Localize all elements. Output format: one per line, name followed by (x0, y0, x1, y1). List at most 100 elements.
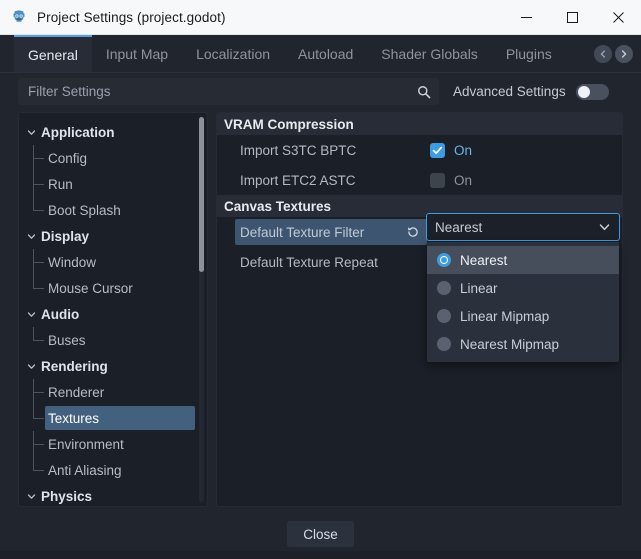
tab-autoload[interactable]: Autoload (284, 35, 367, 73)
tab-label: Autoload (298, 46, 353, 62)
checkbox-state-label: On (454, 143, 472, 158)
tab-scroll-prev-button[interactable] (594, 45, 612, 63)
tree-item-mouse-cursor[interactable]: Mouse Cursor (19, 275, 207, 301)
tab-shader-globals[interactable]: Shader Globals (367, 35, 492, 73)
tree-item-anti-aliasing[interactable]: Anti Aliasing (19, 457, 207, 483)
search-input[interactable] (18, 78, 439, 105)
tree-scrollbar-thumb[interactable] (199, 117, 204, 272)
tab-general[interactable]: General (14, 35, 92, 73)
tree-line (33, 288, 44, 289)
tree-item-window[interactable]: Window (19, 249, 207, 275)
tab-scroll-next-button[interactable] (615, 45, 633, 63)
tree-item-boot-splash[interactable]: Boot Splash (19, 197, 207, 223)
tree-line (33, 340, 44, 341)
dropdown-option-nearest-mipmap[interactable]: Nearest Mipmap (427, 330, 619, 358)
chevron-down-icon[interactable] (25, 490, 38, 503)
minimize-button[interactable] (503, 0, 549, 34)
property-value: On (430, 143, 472, 158)
tree-line (33, 158, 44, 159)
dropdown-option-nearest[interactable]: Nearest (427, 246, 619, 274)
chevron-down-icon[interactable] (25, 230, 38, 243)
godot-robot-icon (11, 9, 27, 25)
tab-label: Shader Globals (381, 46, 478, 62)
import-etc2-astc-checkbox[interactable] (430, 173, 445, 188)
section-title: Canvas Textures (224, 199, 331, 214)
tree-line (33, 392, 44, 393)
section-header-vram-compression: VRAM Compression (217, 113, 622, 135)
tree-item-label: Environment (48, 437, 124, 452)
property-row-import-etc2-astc[interactable]: Import ETC2 ASTC On (217, 165, 622, 195)
dropdown-selected-value: Nearest (427, 220, 482, 235)
tree-category-physics[interactable]: Physics (19, 483, 207, 507)
tree-line (33, 210, 44, 211)
tree-line (33, 262, 44, 263)
maximize-icon (567, 12, 578, 23)
maximize-button[interactable] (549, 0, 595, 34)
chevron-left-icon (599, 50, 607, 58)
dropdown-option-linear-mipmap[interactable]: Linear Mipmap (427, 302, 619, 330)
tab-plugins[interactable]: Plugins (492, 35, 566, 73)
tree-category-display[interactable]: Display (19, 223, 207, 249)
filter-row: Advanced Settings (0, 73, 641, 110)
radio-icon (437, 309, 451, 323)
advanced-settings-toggle[interactable] (576, 84, 609, 100)
tree-line (33, 457, 34, 471)
tree-item-label: Rendering (41, 359, 108, 374)
chevron-right-icon (620, 50, 628, 58)
tree-item-label: Buses (48, 333, 86, 348)
dropdown-option-linear[interactable]: Linear (427, 274, 619, 302)
tab-localization[interactable]: Localization (182, 35, 284, 73)
tree-item-run[interactable]: Run (19, 171, 207, 197)
property-row-import-s3tc-bptc[interactable]: Import S3TC BPTC On (217, 135, 622, 165)
tree-item-label: Boot Splash (48, 203, 121, 218)
search-input-wrapper[interactable] (18, 78, 439, 105)
default-texture-filter-dropdown-popup: Nearest Linear Linear Mipmap Nearest Mip… (427, 242, 619, 362)
toggle-knob (578, 86, 590, 98)
close-button[interactable]: Close (287, 521, 354, 547)
tree-item-environment[interactable]: Environment (19, 431, 207, 457)
default-texture-filter-dropdown[interactable]: Nearest (426, 213, 620, 241)
property-label: Default Texture Filter (217, 225, 364, 240)
tree-item-label: Application (41, 125, 115, 140)
tree-item-label: Anti Aliasing (48, 463, 122, 478)
tree-line (33, 184, 44, 185)
revert-icon[interactable] (406, 225, 420, 239)
import-s3tc-bptc-checkbox[interactable] (430, 143, 445, 158)
tree-item-textures[interactable]: Textures (19, 405, 207, 431)
chevron-down-icon (598, 221, 611, 234)
radio-icon (437, 337, 451, 351)
tree-line (33, 405, 34, 419)
tree-item-label: Run (48, 177, 73, 192)
tab-input-map[interactable]: Input Map (92, 35, 182, 73)
tree-item-label: Display (41, 229, 89, 244)
tree-item-label: Audio (41, 307, 79, 322)
close-icon (613, 12, 624, 23)
chevron-down-icon[interactable] (25, 308, 38, 321)
tree-category-rendering[interactable]: Rendering (19, 353, 207, 379)
tree-item-label: Physics (41, 489, 92, 504)
tree-category-audio[interactable]: Audio (19, 301, 207, 327)
window-titlebar: Project Settings (project.godot) (0, 0, 641, 35)
project-settings-window: Project Settings (project.godot) General (0, 0, 641, 559)
tree-scrollbar[interactable] (199, 117, 204, 502)
tree-item-label: Textures (48, 411, 99, 426)
tree-item-config[interactable]: Config (19, 145, 207, 171)
bottom-strip (0, 551, 641, 559)
search-icon (417, 85, 431, 99)
tree-line (33, 418, 44, 419)
close-window-button[interactable] (595, 0, 641, 34)
radio-selected-icon (437, 253, 451, 267)
dropdown-option-label: Linear Mipmap (460, 309, 549, 324)
radio-icon (437, 281, 451, 295)
dropdown-option-label: Nearest Mipmap (460, 337, 559, 352)
tree-category-application[interactable]: Application (19, 119, 207, 145)
chevron-down-icon[interactable] (25, 126, 38, 139)
tree-item-label: Mouse Cursor (48, 281, 133, 296)
chevron-down-icon[interactable] (25, 360, 38, 373)
tree-item-renderer[interactable]: Renderer (19, 379, 207, 405)
tab-label: Plugins (506, 46, 552, 62)
tree-item-label: Window (48, 255, 96, 270)
section-title: VRAM Compression (224, 117, 354, 132)
advanced-settings-label: Advanced Settings (453, 84, 566, 99)
tree-item-buses[interactable]: Buses (19, 327, 207, 353)
